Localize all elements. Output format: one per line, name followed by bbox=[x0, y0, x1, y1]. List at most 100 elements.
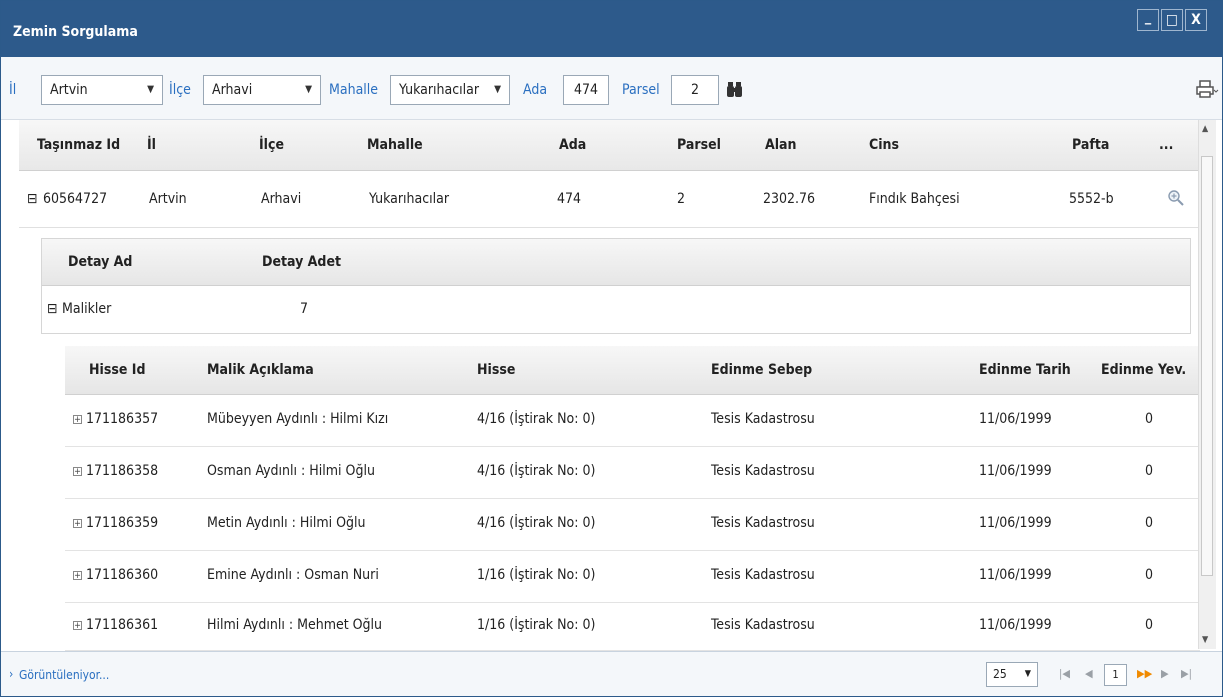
page-size-select[interactable]: 25 ▼ bbox=[986, 662, 1038, 687]
vertical-scrollbar[interactable]: ▲ ▼ bbox=[1198, 120, 1216, 649]
cell-edinme-sebep: Tesis Kadastrosu bbox=[711, 411, 815, 427]
col-hisse[interactable]: Hisse bbox=[477, 362, 515, 378]
scrollbar-thumb[interactable] bbox=[1201, 156, 1213, 576]
zemin-sorgulama-window: Zemin Sorgulama _ □ X İl Artvin ▼ İlçe A… bbox=[0, 0, 1223, 697]
scroll-down-icon[interactable]: ▼ bbox=[1202, 635, 1208, 645]
col-mahalle[interactable]: Mahalle bbox=[367, 137, 423, 153]
cell-hisse: 4/16 (İştirak No: 0) bbox=[477, 463, 596, 479]
cell-hisse-id: 171186360 bbox=[86, 567, 159, 583]
cell-hisse-id: 171186361 bbox=[86, 617, 159, 633]
cell-edinme-yev: 0 bbox=[1145, 463, 1154, 479]
minimize-button[interactable]: _ bbox=[1137, 9, 1159, 31]
table-row[interactable]: +171186359 Metin Aydınlı : Hilmi Oğlu 4/… bbox=[65, 499, 1200, 551]
scroll-up-icon[interactable]: ▲ bbox=[1202, 124, 1208, 134]
col-hisse-id[interactable]: Hisse Id bbox=[89, 362, 145, 378]
parsel-label: Parsel bbox=[622, 82, 660, 98]
cell-il: Artvin bbox=[149, 191, 187, 207]
cell-edinme-yev: 0 bbox=[1145, 617, 1154, 633]
col-detay-ad[interactable]: Detay Ad bbox=[68, 254, 132, 270]
ada-input[interactable]: 474 bbox=[563, 75, 609, 105]
cell-pafta: 5552-b bbox=[1069, 191, 1114, 207]
cell-malik: Osman Aydınlı : Hilmi Oğlu bbox=[207, 463, 375, 479]
cell-malik: Mübeyyen Aydınlı : Hilmi Kızı bbox=[207, 411, 389, 427]
page-number-input[interactable]: 1 bbox=[1104, 664, 1127, 686]
next-icon[interactable]: ▶ bbox=[1161, 667, 1169, 680]
col-edinme-tarih[interactable]: Edinme Tarih bbox=[979, 362, 1071, 378]
col-parsel[interactable]: Parsel bbox=[677, 137, 721, 153]
cell-edinme-tarih: 11/06/1999 bbox=[979, 515, 1052, 531]
expand-icon[interactable]: + bbox=[73, 415, 82, 425]
cell-edinme-tarih: 11/06/1999 bbox=[979, 567, 1052, 583]
col-more[interactable]: ... bbox=[1159, 137, 1173, 153]
chevron-down-icon: ▼ bbox=[147, 84, 154, 95]
detail-grid: Detay Ad Detay Adet ⊟ Malikler 7 bbox=[41, 238, 1191, 334]
cell-hisse: 4/16 (İştirak No: 0) bbox=[477, 515, 596, 531]
cell-hisse-id: 171186357 bbox=[86, 411, 159, 427]
collapse-icon[interactable]: ⊟ bbox=[47, 301, 58, 317]
ilce-label: İlçe bbox=[169, 82, 191, 98]
zoom-in-icon[interactable] bbox=[1167, 189, 1185, 207]
table-row[interactable]: +171186357 Mübeyyen Aydınlı : Hilmi Kızı… bbox=[65, 395, 1200, 447]
table-row[interactable]: +171186358 Osman Aydınlı : Hilmi Oğlu 4/… bbox=[65, 447, 1200, 499]
cell-ilce: Arhavi bbox=[261, 191, 302, 207]
col-malik-aciklama[interactable]: Malik Açıklama bbox=[207, 362, 314, 378]
page-size-value: 25 bbox=[993, 667, 1007, 681]
il-select[interactable]: Artvin ▼ bbox=[41, 75, 163, 105]
cell-hisse: 4/16 (İştirak No: 0) bbox=[477, 411, 596, 427]
ilce-select[interactable]: Arhavi ▼ bbox=[203, 75, 321, 105]
cell-edinme-tarih: 11/06/1999 bbox=[979, 463, 1052, 479]
col-cins[interactable]: Cins bbox=[869, 137, 899, 153]
col-edinme-yev[interactable]: Edinme Yev. bbox=[1101, 362, 1186, 378]
parcel-row[interactable]: ⊟ 60564727 Artvin Arhavi Yukarıhacılar 4… bbox=[19, 171, 1199, 228]
col-edinme-sebep[interactable]: Edinme Sebep bbox=[711, 362, 812, 378]
expand-icon[interactable]: + bbox=[73, 571, 82, 581]
cell-edinme-yev: 0 bbox=[1145, 411, 1154, 427]
parsel-input[interactable]: 2 bbox=[671, 75, 719, 105]
title-bar: Zemin Sorgulama _ □ X bbox=[1, 1, 1222, 57]
cell-malik: Metin Aydınlı : Hilmi Oğlu bbox=[207, 515, 366, 531]
expand-icon[interactable]: + bbox=[73, 621, 82, 631]
detail-grid-header: Detay Ad Detay Adet bbox=[42, 239, 1190, 286]
cell-hisse: 1/16 (İştirak No: 0) bbox=[477, 617, 596, 633]
cell-edinme-tarih: 11/06/1999 bbox=[979, 411, 1052, 427]
printer-icon[interactable] bbox=[1195, 77, 1219, 101]
next-page-icon[interactable]: ▶▶ bbox=[1137, 667, 1152, 680]
col-pafta[interactable]: Pafta bbox=[1072, 137, 1109, 153]
cell-mahalle: Yukarıhacılar bbox=[369, 191, 450, 207]
cell-malik: Emine Aydınlı : Osman Nuri bbox=[207, 567, 379, 583]
col-ada[interactable]: Ada bbox=[559, 137, 586, 153]
cell-detay-ad: Malikler bbox=[62, 301, 112, 317]
ilce-select-value: Arhavi bbox=[212, 82, 253, 98]
cell-detay-adet: 7 bbox=[300, 301, 309, 317]
cell-edinme-tarih: 11/06/1999 bbox=[979, 617, 1052, 633]
prev-page-icon[interactable]: ◀ bbox=[1085, 667, 1093, 680]
il-label: İl bbox=[9, 82, 17, 98]
expand-icon[interactable]: + bbox=[73, 519, 82, 529]
table-row[interactable]: +171186361 Hilmi Aydınlı : Mehmet Oğlu 1… bbox=[65, 603, 1200, 651]
last-page-icon[interactable]: ▶| bbox=[1181, 667, 1192, 680]
cell-edinme-yev: 0 bbox=[1145, 567, 1154, 583]
status-text: Görüntüleniyor... bbox=[19, 668, 110, 682]
status-bar: › Görüntüleniyor... 25 ▼ |◀ ◀ 1 ▶▶ ▶ ▶| bbox=[1, 651, 1222, 696]
col-il[interactable]: İl bbox=[147, 137, 156, 153]
expand-icon[interactable]: + bbox=[73, 467, 82, 477]
col-ilce[interactable]: İlçe bbox=[259, 137, 284, 153]
col-alan[interactable]: Alan bbox=[765, 137, 797, 153]
owners-grid-header: Hisse Id Malik Açıklama Hisse Edinme Seb… bbox=[65, 346, 1200, 395]
cell-cins: Fındık Bahçesi bbox=[869, 191, 960, 207]
il-select-value: Artvin bbox=[50, 82, 88, 98]
cell-malik: Hilmi Aydınlı : Mehmet Oğlu bbox=[207, 617, 383, 633]
cell-alan: 2302.76 bbox=[763, 191, 816, 207]
col-tasinmaz-id[interactable]: Taşınmaz Id bbox=[37, 137, 120, 153]
collapse-icon[interactable]: ⊟ bbox=[27, 191, 38, 207]
maximize-button[interactable]: □ bbox=[1161, 9, 1183, 31]
cell-edinme-sebep: Tesis Kadastrosu bbox=[711, 515, 815, 531]
mahalle-label: Mahalle bbox=[329, 82, 379, 98]
mahalle-select[interactable]: Yukarıhacılar ▼ bbox=[390, 75, 510, 105]
first-page-icon[interactable]: |◀ bbox=[1059, 667, 1070, 680]
chevron-down-icon: ▼ bbox=[494, 84, 501, 95]
binoculars-icon[interactable] bbox=[725, 79, 745, 101]
col-detay-adet[interactable]: Detay Adet bbox=[262, 254, 341, 270]
close-button[interactable]: X bbox=[1185, 9, 1207, 31]
table-row[interactable]: +171186360 Emine Aydınlı : Osman Nuri 1/… bbox=[65, 551, 1200, 603]
